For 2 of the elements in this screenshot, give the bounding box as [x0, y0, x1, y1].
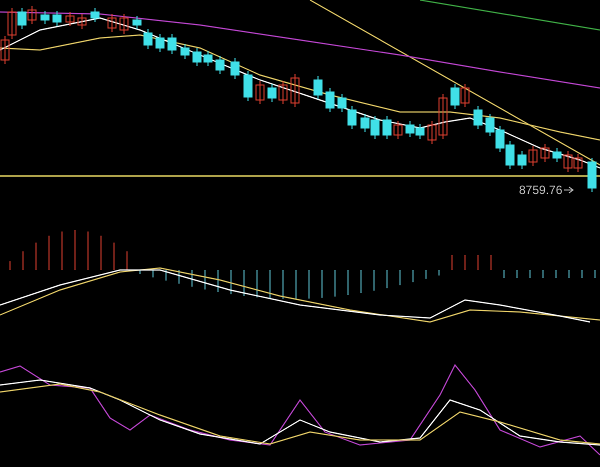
arrow-icon [564, 186, 574, 194]
price-label: 8759.76 [519, 184, 562, 196]
